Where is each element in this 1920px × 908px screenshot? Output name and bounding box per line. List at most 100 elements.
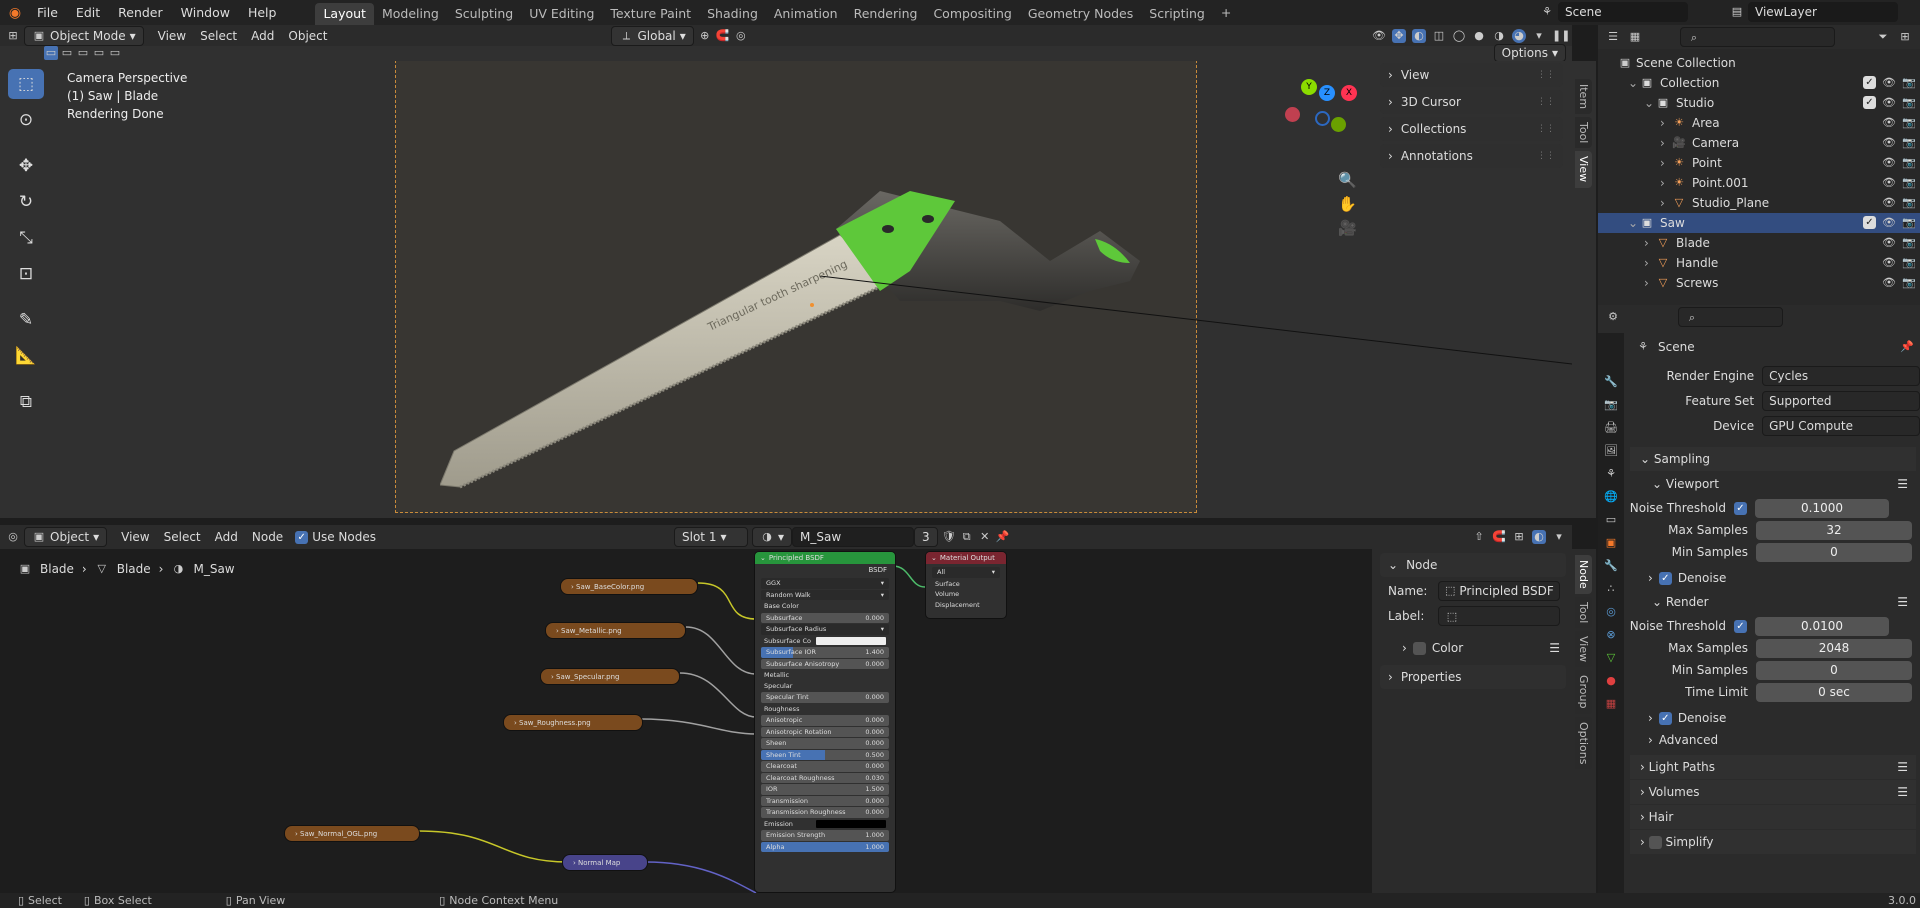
hair-panel[interactable]: › Hair <box>1630 805 1916 829</box>
eye-icon[interactable]: 👁 <box>1882 136 1896 150</box>
outliner-item-point-001[interactable]: › ☀ Point.001 👁 📷 <box>1598 173 1920 193</box>
visibility-icon[interactable]: 👁 <box>1372 29 1386 43</box>
chevron-right-icon[interactable]: › <box>1648 711 1653 725</box>
overlay-toggle-icon[interactable]: ◐ <box>1412 28 1426 43</box>
gizmo-neg-y[interactable] <box>1331 117 1346 132</box>
gizmo-x-axis[interactable]: X <box>1341 85 1357 101</box>
gizmo-neg-z[interactable] <box>1315 111 1330 126</box>
chevron-right-icon[interactable]: › <box>1644 256 1656 270</box>
color-subpanel[interactable]: › Color ☰ <box>1372 637 1572 659</box>
properties-search[interactable]: ⌕ <box>1678 307 1783 327</box>
r-time-field[interactable]: 0 sec <box>1756 682 1912 702</box>
outliner-item-studio[interactable]: ⌄ ▣ Studio ✓ 👁 📷 <box>1598 93 1920 113</box>
xray-icon[interactable]: ◫ <box>1432 29 1446 43</box>
slot-selector[interactable]: Slot 1 ▾ <box>674 527 749 547</box>
rendered-shading-icon[interactable]: ◕ <box>1512 28 1526 43</box>
volume-socket[interactable]: Volume <box>930 589 1002 600</box>
new-collection-icon[interactable]: ⊞ <box>1898 30 1912 44</box>
light-paths-panel[interactable]: › Light Paths ☰ <box>1630 755 1916 779</box>
object-tab-icon[interactable]: ▣ <box>1604 536 1618 550</box>
scale-tool-icon[interactable]: ⤡ <box>8 223 44 253</box>
rotate-tool-icon[interactable]: ↻ <box>8 187 44 217</box>
bsdf-input-anisotropic[interactable]: Anisotropic 0.000 <box>761 715 889 726</box>
transform-tool-icon[interactable]: ⊡ <box>8 259 44 289</box>
render-camera-icon[interactable]: 📷 <box>1902 216 1916 230</box>
solid-shading-icon[interactable]: ● <box>1472 29 1486 43</box>
world-tab-icon[interactable]: 🌐 <box>1604 490 1618 504</box>
vp-max-field[interactable]: 32 <box>1756 520 1912 540</box>
unlink-material-icon[interactable]: ✕ <box>978 530 992 544</box>
render-camera-icon[interactable]: 📷 <box>1902 136 1916 150</box>
chevron-down-icon[interactable]: ⌄ <box>1644 96 1656 110</box>
vp-noise-checkbox[interactable]: ✓ <box>1734 501 1747 515</box>
proportional-edit-icon[interactable]: ◎ <box>734 29 748 43</box>
render-camera-icon[interactable]: 📷 <box>1902 236 1916 250</box>
scene-selector[interactable]: Scene <box>1558 2 1688 22</box>
node-tab-view[interactable]: View <box>1575 631 1592 668</box>
drag-handle-icon[interactable]: ⋮⋮ <box>1537 97 1555 107</box>
chevron-right-icon[interactable]: › <box>1660 116 1672 130</box>
properties-section[interactable]: › Properties <box>1380 665 1566 689</box>
bsdf-input-subsurface[interactable]: Subsurface 0.000 <box>761 612 889 623</box>
chevron-right-icon[interactable]: › <box>1660 156 1672 170</box>
shading-options-icon[interactable]: ▾ <box>1532 29 1546 43</box>
display-mode-icon[interactable]: ▦ <box>1628 30 1642 44</box>
cursor-tool-icon[interactable]: ⊙ <box>8 105 44 135</box>
duplicate-material-icon[interactable]: ⧉ <box>960 530 974 544</box>
bsdf-input-emission[interactable]: Emission <box>759 819 891 830</box>
material-browse-button[interactable]: ◑ ▾ <box>752 527 793 547</box>
chevron-down-icon[interactable]: ⌄ <box>1628 216 1640 230</box>
render-camera-icon[interactable]: 📷 <box>1902 156 1916 170</box>
bsdf-input-subsurface-co[interactable]: Subsurface Co <box>759 636 891 647</box>
principled-bsdf-node[interactable]: ⌄ Principled BSDF BSDF GGX ▾ Random Walk ▾ … <box>754 551 896 893</box>
node-menu-view[interactable]: View <box>121 530 149 544</box>
node-tab-options[interactable]: Options <box>1575 716 1592 770</box>
snap-mode-icon[interactable]: ⊞ <box>1512 530 1526 544</box>
render-engine-dropdown[interactable]: Cycles <box>1762 366 1920 386</box>
texture-node-saw-specular-png[interactable]: › Saw_Specular.png <box>540 668 680 685</box>
render-camera-icon[interactable]: 📷 <box>1902 116 1916 130</box>
npanel-3d-cursor[interactable]: › 3D Cursor ⋮⋮ <box>1380 90 1563 114</box>
particles-tab-icon[interactable]: ∴ <box>1604 582 1618 596</box>
parent-node-tree-icon[interactable]: ⇧ <box>1472 530 1486 544</box>
simplify-checkbox[interactable] <box>1648 835 1662 849</box>
measure-tool-icon[interactable]: 📐 <box>8 341 44 371</box>
simplify-panel[interactable]: › Simplify <box>1630 830 1916 854</box>
tab-rendering[interactable]: Rendering <box>846 3 926 25</box>
bsdf-input-sheen-tint[interactable]: Sheen Tint 0.500 <box>761 749 889 760</box>
constraints-tab-icon[interactable]: ⊗ <box>1604 628 1618 642</box>
bsdf-input-clearcoat-roughness[interactable]: Clearcoat Roughness 0.030 <box>761 772 889 783</box>
pivot-icon[interactable]: ⊕ <box>698 29 712 43</box>
outliner-editor-icon[interactable]: ☰ <box>1606 30 1620 44</box>
normal-map-node[interactable]: › Normal Map <box>562 854 648 871</box>
sampling-panel[interactable]: ⌄ Sampling <box>1630 447 1916 471</box>
tab-modeling[interactable]: Modeling <box>374 3 447 25</box>
eye-icon[interactable]: 👁 <box>1882 176 1896 190</box>
drag-handle-icon[interactable]: ⋮⋮ <box>1537 70 1555 80</box>
viewport-subpanel[interactable]: ⌄ Viewport ☰ <box>1630 472 1916 496</box>
r-noise-field[interactable]: 0.0100 <box>1755 616 1889 636</box>
feature-set-dropdown[interactable]: Supported <box>1762 391 1920 411</box>
node-label-field[interactable]: ⬚ <box>1438 606 1560 626</box>
render-camera-icon[interactable]: 📷 <box>1902 276 1916 290</box>
select-tool-icon[interactable]: ⬚ <box>8 69 44 99</box>
drag-handle-icon[interactable]: ⋮⋮ <box>1537 151 1555 161</box>
wireframe-shading-icon[interactable]: ◯ <box>1452 29 1466 43</box>
camera-view-icon[interactable]: 🎥 <box>1338 221 1357 236</box>
tab-compositing[interactable]: Compositing <box>925 3 1019 25</box>
shader-type-selector[interactable]: ▣ Object ▾ <box>24 527 108 547</box>
render-camera-icon[interactable]: 📷 <box>1902 196 1916 210</box>
tab-scripting[interactable]: Scripting <box>1141 3 1213 25</box>
exclude-checkbox[interactable]: ✓ <box>1863 76 1876 89</box>
bsdf-input-roughness[interactable]: Roughness <box>759 704 891 715</box>
outliner-item-point[interactable]: › ☀ Point 👁 📷 <box>1598 153 1920 173</box>
exclude-checkbox[interactable]: ✓ <box>1863 216 1876 229</box>
menu-window[interactable]: Window <box>172 0 239 25</box>
menu-render[interactable]: Render <box>109 0 172 25</box>
chevron-right-icon[interactable]: › <box>1644 276 1656 290</box>
bsdf-input-subsurface-anisotropy[interactable]: Subsurface Anisotropy 0.000 <box>761 658 889 669</box>
select-subtract-icon[interactable]: ▭ <box>76 46 90 60</box>
outliner-item-screws[interactable]: › ▽ Screws 👁 📷 <box>1598 273 1920 293</box>
add-workspace-button[interactable]: + <box>1213 2 1239 24</box>
viewport-menu-select[interactable]: Select <box>200 29 237 43</box>
